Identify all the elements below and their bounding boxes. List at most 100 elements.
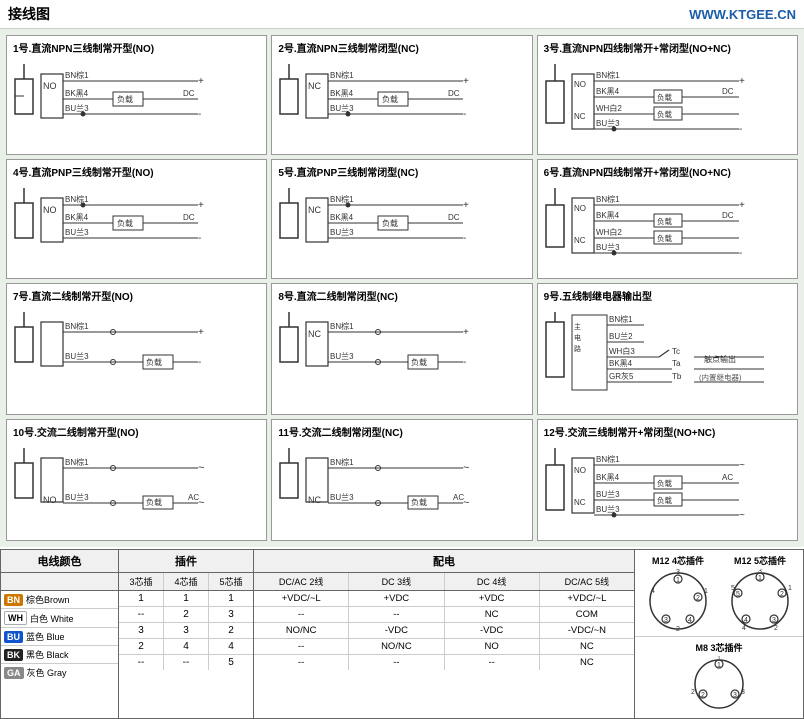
plugin-column: 插件 3芯插 4芯插 5芯插 1 1 1 -- 2 3 3 3 2 2 4 4 … xyxy=(119,550,254,718)
power-bk-dcac5: NC xyxy=(540,639,634,654)
svg-text:路: 路 xyxy=(574,344,581,353)
diagram-3-svg: NO NC BN棕1 + BK黑4 负载 DC WH白2 负载 xyxy=(544,59,774,147)
plugin-row-bk: 2 4 4 xyxy=(119,639,253,655)
diagram-7-svg: BN棕1 + BU兰3 负载 - xyxy=(13,307,233,382)
svg-text:负载: 负载 xyxy=(382,94,398,104)
power-ga-dc3: -- xyxy=(349,655,444,670)
diagram-6: 6号.直流NPN四线制常开+常闭型(NO+NC) NO NC BN棕1 + BK… xyxy=(537,159,798,279)
plugin-row-bn: 1 1 1 xyxy=(119,591,253,607)
m12-4pin-section: M12 4芯插件 1 2 4 3 3 1 4 xyxy=(639,554,717,634)
power-bu-dc2: NO/NC xyxy=(254,623,349,638)
power-ga-dc2: -- xyxy=(254,655,349,670)
svg-text:Ta: Ta xyxy=(672,359,681,368)
power-row-bk: -- NO/NC NO NC xyxy=(254,639,634,655)
ga-label: 灰色 Gray xyxy=(27,666,67,679)
svg-text:负载: 负载 xyxy=(657,109,672,119)
power-row-bu: NO/NC -VDC -VDC -VDC/~N xyxy=(254,623,634,639)
svg-text:BU兰3: BU兰3 xyxy=(596,118,620,128)
diagram-4-svg: NO BN棕1 + BK黑4 负载 DC BU兰3 - xyxy=(13,183,233,258)
wiring-area: 1号.直流NPN三线制常开型(NO) NO BN棕1 + BK黑4 负载 xyxy=(0,29,804,547)
diagram-2-svg: NC BN棕1 + BK黑4 负载 DC BU兰3 - xyxy=(278,59,498,134)
wire-row-ga: GA 灰色 Gray xyxy=(1,664,118,681)
svg-text:BK黑4: BK黑4 xyxy=(596,87,620,96)
svg-text:BN棕1: BN棕1 xyxy=(609,314,633,324)
svg-text:DC: DC xyxy=(448,213,460,222)
svg-text:BK黑4: BK黑4 xyxy=(596,211,620,220)
svg-text:~: ~ xyxy=(739,510,745,521)
diagram-5-svg: NC BN棕1 + BK黑4 负载 DC BU兰3 - xyxy=(278,183,498,258)
svg-text:BU兰3: BU兰3 xyxy=(65,351,89,361)
svg-text:BU兰3: BU兰3 xyxy=(65,227,89,237)
svg-text:NC: NC xyxy=(308,495,321,505)
svg-text:+: + xyxy=(463,200,469,211)
svg-text:主: 主 xyxy=(574,322,581,331)
svg-text:+: + xyxy=(198,327,204,338)
power-wh-dcac5: COM xyxy=(540,607,634,622)
power-bk-dc3: NO/NC xyxy=(349,639,444,654)
svg-text:-: - xyxy=(739,124,742,135)
svg-text:1: 1 xyxy=(758,575,762,582)
diagram-8-svg: NC BN棕1 + BU兰3 负载 - xyxy=(278,307,498,382)
svg-text:BU兰3: BU兰3 xyxy=(65,492,89,502)
m12-5pin-diagram: 1 2 3 4 5 3 1 5 2 4 xyxy=(728,569,793,631)
svg-text:BU兰3: BU兰3 xyxy=(330,351,354,361)
diagram-6-svg: NO NC BN棕1 + BK黑4 负载 DC WH白2 负载 BU兰3 - xyxy=(544,183,774,271)
svg-text:5: 5 xyxy=(731,585,735,592)
power-column: 配电 DC/AC 2线 DC 3线 DC 4线 DC/AC 5线 +VDC/~L… xyxy=(254,550,635,718)
svg-text:NC: NC xyxy=(308,329,321,339)
svg-text:BU兰3: BU兰3 xyxy=(330,492,354,502)
svg-text:-: - xyxy=(198,233,201,244)
svg-text:+: + xyxy=(739,200,745,211)
svg-text:BN棕1: BN棕1 xyxy=(596,454,620,464)
plugin-bu-3: 3 xyxy=(119,623,164,638)
svg-text:Tb: Tb xyxy=(672,372,682,381)
svg-text:BN棕1: BN棕1 xyxy=(330,194,354,204)
wire-color-header: 电线颜色 xyxy=(1,550,118,573)
power-bu-dc4: -VDC xyxy=(445,623,540,638)
bu-label: 蓝色 Blue xyxy=(26,630,65,643)
bk-tag: BK xyxy=(4,649,23,661)
diagram-3-title: 3号.直流NPN四线制常开+常闭型(NO+NC) xyxy=(544,40,791,55)
diagram-11-svg: NC BN棕1 ~ BU兰3 AC 负载 ~ xyxy=(278,443,498,523)
svg-text:+: + xyxy=(739,76,745,87)
power-ga-dc4: -- xyxy=(445,655,540,670)
svg-text:3: 3 xyxy=(772,617,776,624)
wh-tag: WH xyxy=(4,611,27,625)
svg-text:3: 3 xyxy=(733,692,737,699)
diagram-1-title: 1号.直流NPN三线制常开型(NO) xyxy=(13,40,260,55)
power-sub-dcac5: DC/AC 5线 xyxy=(540,573,634,590)
svg-text:+: + xyxy=(198,76,204,87)
svg-text:BN棕1: BN棕1 xyxy=(596,194,620,204)
svg-text:负载: 负载 xyxy=(657,478,672,488)
svg-text:+: + xyxy=(463,76,469,87)
m12-4pin-diagram: 1 2 4 3 3 1 4 2 xyxy=(646,569,711,631)
m12-5pin-label: M12 5芯插件 xyxy=(721,554,799,567)
plugin-row-ga: -- -- 5 xyxy=(119,655,253,670)
power-sub-dc2: DC/AC 2线 xyxy=(254,573,349,590)
wire-row-wh: WH 白色 White xyxy=(1,609,118,628)
svg-text:1: 1 xyxy=(788,585,792,592)
power-wh-dc3: -- xyxy=(349,607,444,622)
diagram-8-title: 8号.直流二线制常闭型(NC) xyxy=(278,288,525,303)
svg-text:负载: 负载 xyxy=(657,495,672,505)
plugin-header: 插件 xyxy=(119,550,253,573)
svg-text:BU兰3: BU兰3 xyxy=(330,227,354,237)
diagram-6-title: 6号.直流NPN四线制常开+常闭型(NO+NC) xyxy=(544,164,791,179)
diagram-5: 5号.直流PNP三线制常闭型(NC) NC BN棕1 + BK黑4 负载 DC … xyxy=(271,159,532,279)
power-row-ga: -- -- -- NC xyxy=(254,655,634,670)
svg-text:负载: 负载 xyxy=(117,218,133,228)
svg-text:负载: 负载 xyxy=(146,357,162,367)
wire-row-bk: BK 黑色 Black xyxy=(1,646,118,664)
svg-text:WH白3: WH白3 xyxy=(609,346,635,356)
diagram-10-svg: NO BN棕1 ~ BU兰3 AC 负载 ~ xyxy=(13,443,233,523)
svg-text:2: 2 xyxy=(696,595,700,602)
power-bk-dc2: -- xyxy=(254,639,349,654)
svg-text:BK黑4: BK黑4 xyxy=(65,213,89,222)
svg-text:-: - xyxy=(463,109,466,120)
svg-text:负载: 负载 xyxy=(657,92,672,102)
svg-text:BK黑4: BK黑4 xyxy=(330,89,354,98)
svg-text:2: 2 xyxy=(780,591,784,598)
power-bn-dc4: +VDC xyxy=(445,591,540,606)
svg-text:负载: 负载 xyxy=(146,497,162,507)
bottom-table: 电线颜色 BN 棕色Brown WH 白色 White BU 蓝色 Blue B… xyxy=(0,549,804,719)
